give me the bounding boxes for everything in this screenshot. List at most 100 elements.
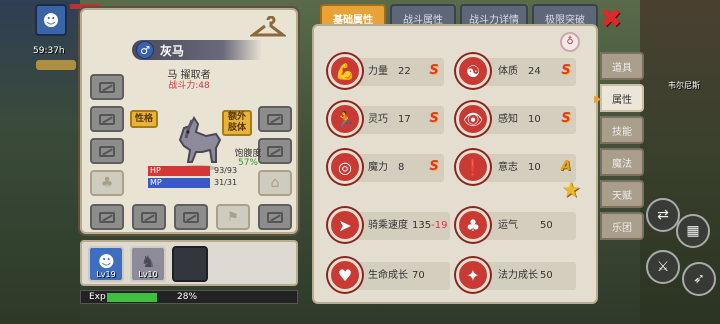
equip-slot-armor[interactable]: ♣: [90, 170, 124, 196]
player-avatar[interactable]: ☻: [35, 4, 67, 36]
potion-icon[interactable]: ♁: [560, 32, 580, 52]
empty-slot-icon: [267, 145, 283, 157]
empty-slot-icon: [267, 211, 283, 223]
riding-speed-penalty: -19: [431, 220, 448, 231]
muscle-icon: 💪: [328, 54, 362, 88]
equip-slot[interactable]: [90, 106, 124, 132]
attr-name: 感知: [498, 114, 518, 125]
attr-name: 法力成长: [498, 270, 538, 281]
attr-value: 135-19: [412, 212, 447, 240]
grade-badge: S: [429, 111, 439, 126]
hp-bar: HP: [148, 166, 210, 176]
empty-slot-icon: [99, 145, 115, 157]
attr-name: 体质: [498, 66, 518, 77]
equip-slot[interactable]: [174, 204, 208, 230]
swap-icon[interactable]: ⇄: [646, 198, 680, 232]
bow-icon[interactable]: ➶: [682, 262, 716, 296]
magic-orb-icon: ◎: [328, 150, 362, 184]
shirt-icon: ♣: [100, 175, 114, 191]
attr-name: 魔力: [368, 162, 388, 173]
team-slot-level: Lv10: [138, 270, 158, 279]
side-item-magic[interactable]: 魔法: [600, 148, 644, 176]
hp-label: HP: [150, 166, 161, 175]
team-bar: ☻ Lv19 ♞ Lv10: [80, 240, 298, 286]
body-icon: ☯: [456, 54, 490, 88]
side-item-talent[interactable]: 天赋: [600, 180, 644, 208]
pet-name-bar: ♂ 灰马: [132, 40, 262, 60]
hp-value: 93/93: [214, 166, 238, 175]
attr-value: 8: [398, 162, 405, 173]
exp-percent: 28%: [177, 292, 198, 302]
attr-name: 生命成长: [368, 270, 408, 281]
side-item-band[interactable]: 乐团: [600, 212, 644, 240]
grade-badge: S: [429, 159, 439, 174]
empty-slot-icon: [141, 211, 157, 223]
heart-growth-icon: ♥: [328, 258, 362, 292]
team-slot-empty[interactable]: [172, 246, 208, 282]
boots-icon: ⌂: [270, 175, 280, 191]
side-item-attributes[interactable]: ▶ 属性: [594, 84, 644, 112]
star-icon[interactable]: ★: [560, 180, 582, 202]
will-icon: ❗: [456, 150, 490, 184]
horse-portrait-icon: ♞: [141, 252, 156, 271]
attr-value: 50: [540, 270, 553, 281]
attr-name: 骑乘速度: [368, 220, 408, 231]
attr-value: 17: [398, 114, 411, 125]
attr-value: 22: [398, 66, 411, 77]
grade-badge: S: [561, 111, 571, 126]
game-time: 59:37h: [33, 46, 65, 56]
eye-icon: 👁: [456, 102, 490, 136]
equip-slot-accessory[interactable]: ⚑: [216, 204, 250, 230]
exp-bar-fill: [107, 293, 158, 302]
exp-label: Exp: [89, 292, 106, 302]
attr-name: 力量: [368, 66, 388, 77]
hanger-icon[interactable]: [248, 15, 288, 44]
side-item-skills[interactable]: 技能: [600, 116, 644, 144]
hud-status-icons: [36, 60, 76, 70]
equip-slot[interactable]: [258, 106, 292, 132]
personality-tag[interactable]: 性格: [130, 110, 158, 128]
npc-name: 韦尔尼斯: [668, 81, 700, 90]
grade-badge: A: [560, 159, 572, 174]
riding-speed-base: 135: [412, 220, 432, 231]
horse-sprite: [178, 116, 222, 171]
attr-name: 意志: [498, 162, 518, 173]
attr-value: 70: [412, 270, 425, 281]
mana-growth-icon: ✦: [456, 258, 490, 292]
equip-slot[interactable]: [132, 204, 166, 230]
mp-label: MP: [150, 178, 162, 187]
grade-badge: S: [429, 63, 439, 78]
runner-icon: 🏃: [328, 102, 362, 136]
pet-name: 灰马: [160, 43, 185, 58]
grade-badge: S: [561, 63, 571, 78]
empty-slot-icon: [99, 211, 115, 223]
speed-icon: ➤: [328, 208, 362, 242]
empty-slot-icon: [267, 113, 283, 125]
equip-slot[interactable]: [90, 138, 124, 164]
accessory-icon: ⚑: [227, 209, 239, 225]
team-slot-horse[interactable]: ♞ Lv10: [130, 246, 166, 282]
close-icon[interactable]: ✖: [598, 6, 624, 32]
team-slot-level: Lv19: [96, 270, 116, 279]
equip-slot-boots[interactable]: ⌂: [258, 170, 292, 196]
equip-slot[interactable]: [90, 204, 124, 230]
equip-slot[interactable]: [258, 204, 292, 230]
mp-value: 31/31: [214, 178, 238, 187]
attr-value: 24: [528, 66, 541, 77]
side-item-label: 属性: [612, 94, 632, 106]
equip-slot[interactable]: [90, 74, 124, 100]
sword-icon[interactable]: ⚔: [646, 250, 680, 284]
map-icon[interactable]: ▦: [676, 214, 710, 248]
caret-right-icon: ▶: [594, 94, 602, 105]
attr-value: 10: [528, 114, 541, 125]
attr-value: 10: [528, 162, 541, 173]
empty-slot-icon: [99, 113, 115, 125]
team-slot-player[interactable]: ☻ Lv19: [88, 246, 124, 282]
side-item-items[interactable]: 道具: [600, 52, 644, 80]
empty-slot-icon: [99, 81, 115, 93]
mp-bar: MP: [148, 178, 210, 188]
clover-icon: ♣: [456, 208, 490, 242]
male-gender-icon: ♂: [136, 41, 154, 59]
empty-slot-icon: [183, 211, 199, 223]
attr-name: 灵巧: [368, 114, 388, 125]
